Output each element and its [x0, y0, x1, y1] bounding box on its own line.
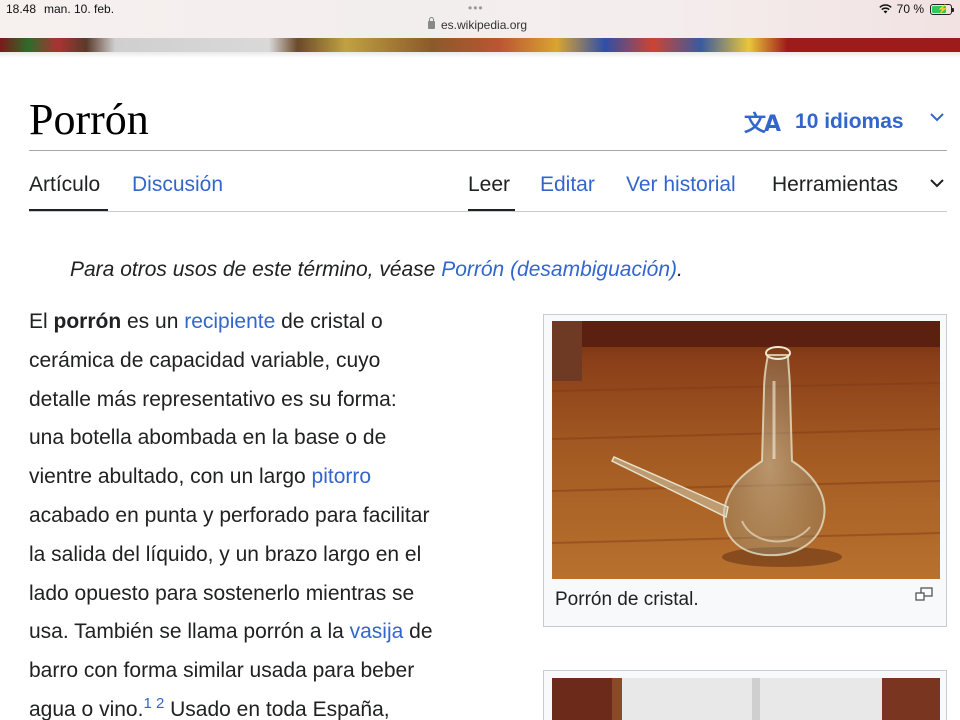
address-url: es.wikipedia.org [441, 18, 528, 32]
body-line: El porrón es un recipiente de cristal o [29, 303, 519, 342]
lock-icon [428, 17, 435, 29]
bold-term: porrón [53, 310, 122, 333]
reference-link-1[interactable]: 1 [143, 695, 151, 712]
tab-editar[interactable]: Editar [540, 172, 595, 198]
porron-image[interactable] [552, 321, 940, 579]
link-recipiente[interactable]: recipiente [184, 310, 275, 333]
text-run: de [403, 620, 433, 644]
image-thumbnail [543, 670, 947, 720]
header-image-strip [0, 38, 960, 52]
thumbnail-caption: Porrón de cristal. [555, 589, 699, 610]
body-line: lado opuesto para sostenerlo mientras se [29, 581, 415, 605]
text-run: El [29, 310, 54, 333]
text-run: Usado en toda España, [164, 697, 390, 720]
title-divider [29, 150, 947, 151]
tab-herramientas[interactable]: Herramientas [772, 172, 898, 198]
page-title: Porrón [29, 95, 149, 144]
language-button[interactable]: 文A 10 idiomas [744, 106, 904, 138]
status-right: 70 % ⚡ [878, 2, 954, 16]
status-time: 18.48 [6, 2, 37, 16]
tab-ver-historial[interactable]: Ver historial [626, 172, 736, 198]
body-line: una botella abombada en la base o de [29, 426, 387, 450]
translate-icon: 文A [744, 112, 781, 137]
article-body: El porrón es un recipiente de cristal o … [29, 303, 519, 720]
status-bar: 18.48 man. 10. feb. ••• es.wikipedia.org… [0, 0, 960, 38]
enlarge-icon[interactable] [915, 587, 933, 601]
battery-percent: 70 % [896, 2, 924, 16]
text-run: vientre abultado, con un largo [29, 465, 312, 489]
body-line: usa. También se llama porrón a la vasija… [29, 613, 519, 652]
tabs-divider [29, 211, 947, 212]
status-date: man. 10. feb. [44, 2, 115, 16]
battery-charging-icon: ⚡ [930, 3, 954, 15]
text-run: es un [121, 310, 185, 333]
text-run: agua o vino. [29, 697, 144, 720]
language-label: 10 idiomas [795, 110, 904, 133]
tab-articulo[interactable]: Artículo [29, 172, 100, 198]
chevron-down-icon[interactable] [930, 179, 944, 188]
disambiguation-link[interactable]: Porrón (desambiguación) [441, 258, 677, 281]
address-bar[interactable]: es.wikipedia.org [428, 17, 528, 32]
body-line: la salida del líquido, y un brazo largo … [29, 542, 422, 566]
body-line: agua o vino.1 2 Usado en toda España, [29, 691, 519, 720]
body-line: acabado en punta y perforado para facili… [29, 503, 430, 527]
hatnote-suffix: . [677, 258, 683, 281]
chevron-down-icon[interactable] [930, 113, 944, 122]
more-dots-icon[interactable]: ••• [468, 1, 484, 15]
text-run: de cristal o [275, 310, 383, 333]
wifi-icon [878, 4, 892, 14]
body-line: barro con forma similar usada para beber [29, 659, 415, 683]
link-vasija[interactable]: vasija [350, 620, 404, 643]
header-shadow [0, 52, 960, 58]
hatnote-prefix: Para otros usos de este término, véase [70, 258, 442, 281]
hatnote: Para otros usos de este término, véase P… [70, 256, 683, 284]
second-image[interactable] [552, 678, 940, 720]
body-line: detalle más representativo es su forma: [29, 387, 397, 411]
body-line: cerámica de capacidad variable, cuyo [29, 348, 381, 372]
text-run: usa. También se llama porrón a la [29, 620, 350, 644]
tab-leer[interactable]: Leer [468, 172, 510, 198]
tab-discusion[interactable]: Discusión [132, 172, 223, 198]
body-line: vientre abultado, con un largo pitorro [29, 458, 519, 497]
image-thumbnail: Porrón de cristal. [543, 314, 947, 627]
link-pitorro[interactable]: pitorro [312, 465, 372, 488]
